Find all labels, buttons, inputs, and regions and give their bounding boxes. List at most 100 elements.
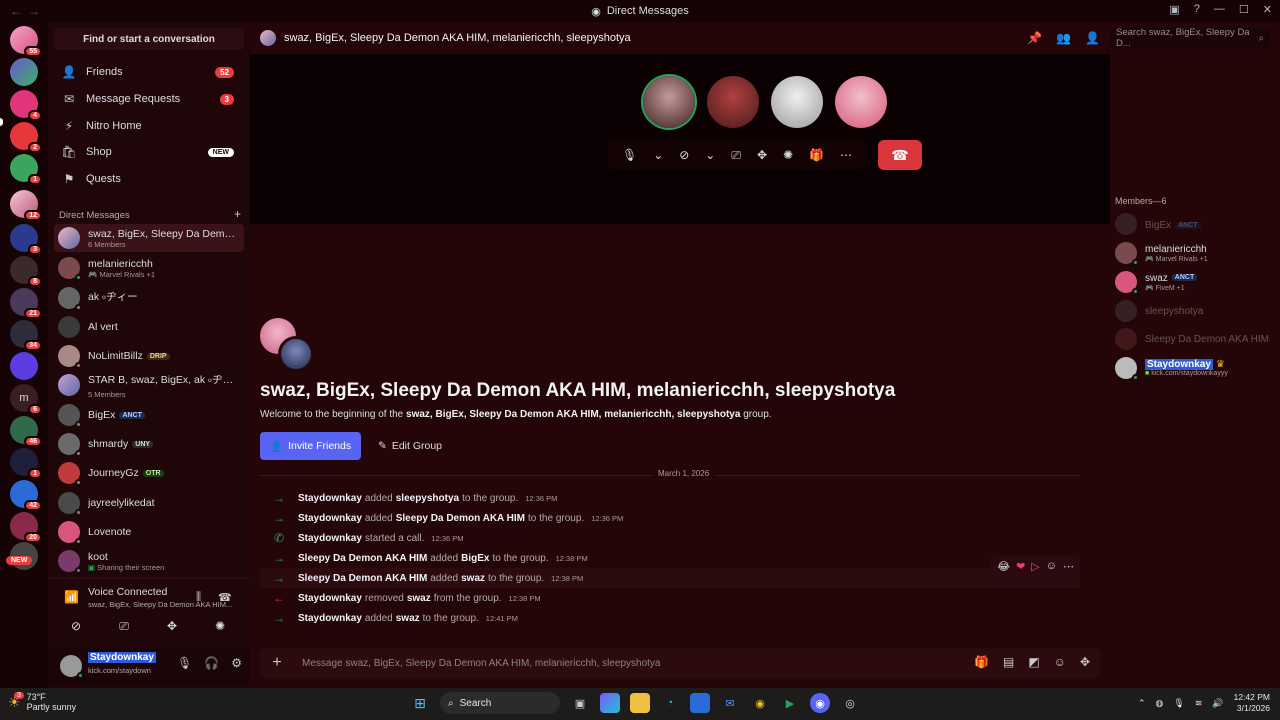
windows-start-icon[interactable]: ⊞ — [410, 693, 430, 713]
forward-icon[interactable]: ▷ — [1031, 560, 1039, 573]
system-message[interactable]: ← Staydownkay removed swaz from the grou… — [260, 588, 1080, 608]
msg-target[interactable]: sleepyshotya — [396, 493, 459, 504]
video-off-icon[interactable]: ⊘ — [679, 148, 689, 162]
obs-icon[interactable]: ◎ — [840, 693, 860, 713]
screen-share-icon[interactable]: ⎚ — [731, 148, 741, 163]
dm-item[interactable]: shmardy UNY — [54, 430, 244, 458]
dm-item[interactable]: koot ▣ Sharing their screen — [54, 547, 244, 575]
dm-item[interactable]: Lovenote — [54, 518, 244, 546]
server-icon[interactable]: 55 — [10, 26, 42, 57]
msg-target[interactable]: Sleepy Da Demon AKA HIM — [396, 513, 525, 524]
call-participant-avatar[interactable] — [707, 76, 759, 128]
dm-item[interactable]: swaz, BigEx, Sleepy Da Demon AKA HIM, me… — [54, 224, 244, 252]
copilot-icon[interactable] — [600, 693, 620, 713]
system-message[interactable]: → Staydownkay added sleepyshotya to the … — [260, 488, 1080, 508]
call-participant-avatar[interactable] — [643, 76, 695, 128]
nav-arrows-icon[interactable]: ←→ — [10, 4, 46, 18]
chrome-icon[interactable]: ◉ — [750, 693, 770, 713]
call-participant-avatar[interactable] — [771, 76, 823, 128]
dm-item[interactable]: NoLimitBillz DRIP — [54, 342, 244, 370]
help-icon[interactable]: ? — [1194, 3, 1200, 16]
volume-icon[interactable]: 🔊 — [1212, 698, 1223, 709]
server-icon[interactable]: 2 — [10, 122, 42, 153]
edit-group-button[interactable]: ✎ Edit Group — [370, 432, 450, 460]
system-message[interactable]: → Staydownkay added swaz to the group. 1… — [260, 608, 1080, 628]
msg-actor[interactable]: Sleepy Da Demon AKA HIM — [298, 553, 427, 564]
msg-actor[interactable]: Staydownkay — [298, 613, 362, 624]
mic-icon[interactable]: 🎙 — [1173, 698, 1184, 709]
system-message[interactable]: ✆ Staydownkay started a call. 12:36 PM — [260, 528, 1080, 548]
laugh-emoji-icon[interactable]: 😂 — [997, 560, 1010, 573]
heart-icon[interactable]: ❤ — [1016, 560, 1025, 573]
activities-icon[interactable]: ✥ — [757, 148, 767, 162]
activities-button[interactable]: ✥ — [152, 615, 192, 637]
chevron-down-icon[interactable]: ⌄ — [653, 148, 663, 162]
disconnect-icon[interactable]: ☎ — [218, 591, 232, 604]
server-icon[interactable]: 1 — [10, 154, 42, 185]
mic-icon[interactable]: 🎙 — [177, 656, 192, 670]
user-avatar[interactable] — [60, 655, 84, 679]
attach-plus-icon[interactable]: + — [268, 654, 286, 672]
msg-actor[interactable]: Staydownkay — [298, 493, 362, 504]
server-icon[interactable]: 12 — [10, 190, 42, 221]
headphones-icon[interactable]: 🎧 — [204, 656, 219, 670]
pin-icon[interactable]: 📌 — [1027, 31, 1042, 45]
network-icon[interactable]: ◍ — [1156, 698, 1164, 709]
inbox-icon[interactable]: ▣ — [1169, 3, 1179, 16]
msg-target[interactable]: swaz — [396, 613, 420, 624]
server-icon[interactable]: m6 — [10, 384, 42, 415]
more-icon[interactable]: ⋯ — [1063, 560, 1074, 573]
soundboard-icon[interactable]: ✺ — [783, 148, 793, 162]
gift-icon[interactable]: 🎁 — [974, 655, 989, 669]
outlook-icon[interactable]: ✉ — [720, 693, 740, 713]
nav-shop[interactable]: 🛍 Shop NEW — [54, 140, 244, 164]
edge-icon[interactable]: ◔ — [660, 693, 680, 713]
member-item[interactable]: Staydownkay ♛ ■ kick.com/staydownkayyy — [1115, 355, 1275, 381]
server-icon[interactable] — [10, 352, 38, 380]
member-item[interactable]: sleepyshotya — [1115, 298, 1275, 324]
dm-item[interactable]: Al vert — [54, 313, 244, 341]
weather-widget[interactable]: ☀ 3 73°F Partly sunny — [8, 691, 76, 712]
chevron-up-icon[interactable]: ⌃ — [1138, 698, 1146, 709]
minimize-button[interactable]: — — [1214, 3, 1225, 16]
noise-suppression-icon[interactable]: ⫼ — [196, 591, 201, 604]
dm-item[interactable]: STAR B, swaz, BigEx, ak ৹ヂィー 5 Members — [54, 371, 244, 399]
user-name[interactable]: Staydownkay — [88, 652, 156, 663]
server-icon[interactable]: 34 — [10, 320, 42, 351]
more-icon[interactable]: ⋯ — [840, 148, 852, 162]
video-off-button[interactable]: ⊘ — [56, 615, 96, 637]
wifi-icon[interactable]: ≋ — [1195, 698, 1203, 709]
msg-target[interactable]: swaz — [407, 593, 431, 604]
add-dm-icon[interactable]: + — [234, 208, 241, 221]
find-conversation-button[interactable]: Find or start a conversation — [54, 28, 244, 50]
member-list-icon[interactable]: 👤 — [1085, 31, 1100, 45]
member-item[interactable]: swaz ANCT 🎮 FiveM +1 — [1115, 269, 1275, 295]
msg-actor[interactable]: Sleepy Da Demon AKA HIM — [298, 573, 427, 584]
clock[interactable]: 12:42 PM 3/1/2026 — [1234, 692, 1270, 714]
server-icon[interactable]: 21 — [10, 288, 42, 319]
discord-taskbar-icon[interactable]: ◉ — [810, 693, 830, 713]
msg-target[interactable]: swaz — [461, 573, 485, 584]
nav-nitro-home[interactable]: ⚡ Nitro Home — [54, 114, 244, 138]
member-item[interactable]: BigEx ANCT — [1115, 211, 1275, 237]
server-icon[interactable]: 46 — [10, 416, 42, 447]
gift-icon[interactable]: 🎁 — [809, 148, 824, 162]
nav-quests[interactable]: ⚑ Quests — [54, 167, 244, 191]
dm-item[interactable]: jayreelylikedat — [54, 489, 244, 517]
add-member-icon[interactable]: 👥 — [1056, 31, 1071, 45]
chevron-down-icon[interactable]: ⌄ — [705, 148, 715, 162]
dm-item[interactable]: ak ৹ヂィー — [54, 284, 244, 312]
nav-friends[interactable]: 👤 Friends 52 — [54, 60, 244, 84]
dm-item[interactable]: JourneyGz OTR — [54, 459, 244, 487]
gif-icon[interactable]: ▤ — [1003, 655, 1014, 669]
gear-icon[interactable]: ⚙ — [231, 656, 242, 670]
server-icon[interactable]: 1 — [10, 448, 42, 479]
nav-message-requests[interactable]: ✉ Message Requests 3 — [54, 87, 244, 111]
voice-channel[interactable]: swaz, BigEx, Sleepy Da Demon AKA HIM... — [88, 600, 238, 609]
mic-icon[interactable]: 🎙 — [622, 148, 637, 162]
msg-actor[interactable]: Staydownkay — [298, 513, 362, 524]
member-item[interactable]: melaniericchh 🎮 Marvel Rivals +1 — [1115, 240, 1275, 266]
invite-friends-button[interactable]: 👤 Invite Friends — [260, 432, 362, 460]
store-icon[interactable] — [690, 693, 710, 713]
server-icon[interactable]: 20 — [10, 512, 42, 543]
